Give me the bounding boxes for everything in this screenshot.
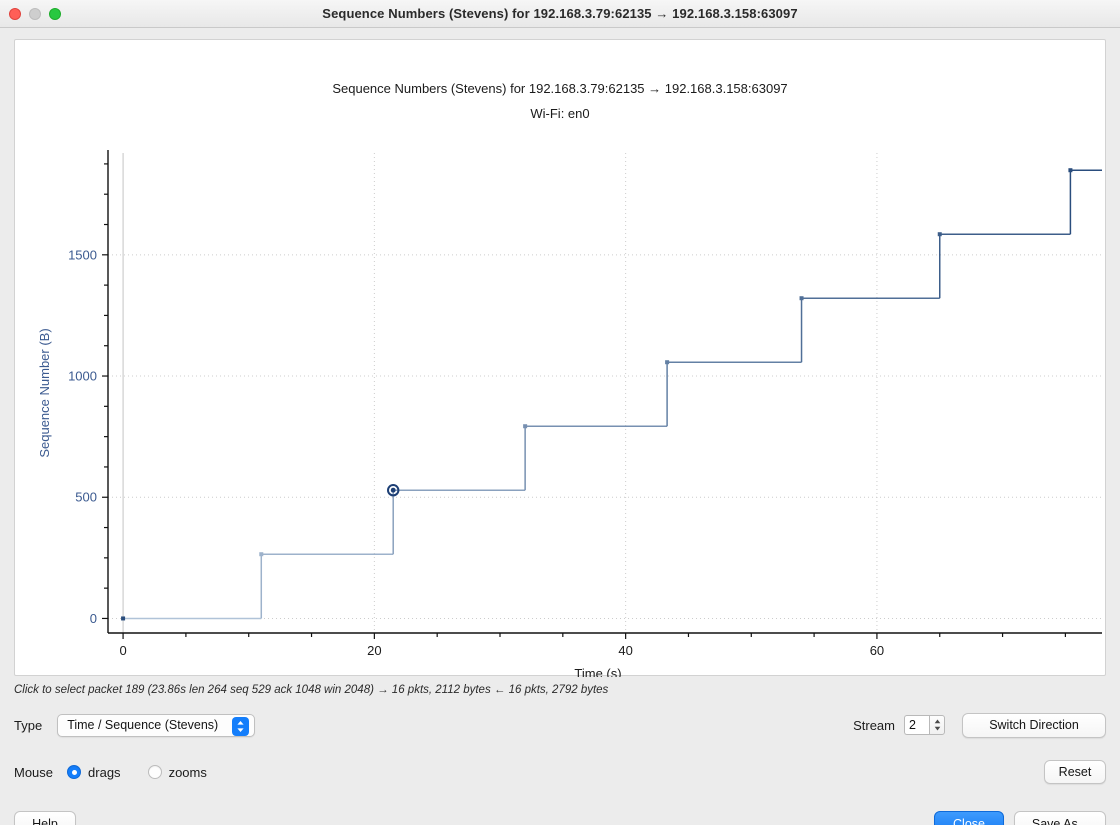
plot-area[interactable]: Sequence Numbers (Stevens) for 192.168.3… [14, 39, 1106, 677]
help-button[interactable]: Help [14, 811, 76, 825]
dialog-content: Sequence Numbers (Stevens) for 192.168.3… [0, 28, 1120, 825]
data-point-marker[interactable] [665, 360, 670, 365]
window-title: Sequence Numbers (Stevens) for 192.168.3… [322, 6, 798, 21]
data-point-marker[interactable] [259, 552, 264, 557]
radio-unselected-icon [147, 765, 162, 779]
x-axis-title: Time (s) [574, 666, 621, 677]
mouse-row: Mouse drags zooms Reset [14, 759, 1106, 785]
close-window-button[interactable] [9, 8, 21, 20]
x-tick-label: 40 [618, 643, 632, 658]
y-axis-title: Sequence Number (B) [37, 328, 52, 457]
chevron-updown-glyph [237, 720, 244, 732]
graph-type-dropdown[interactable]: Time / Sequence (Stevens) [57, 713, 256, 737]
window-controls [9, 0, 61, 28]
radio-selected-icon [67, 765, 82, 779]
y-tick-label: 500 [75, 490, 97, 505]
selected-packet-core [390, 487, 396, 493]
y-tick-label: 1500 [68, 247, 97, 262]
stream-input[interactable]: 2 [904, 715, 929, 735]
chevron-updown-icon [232, 716, 250, 736]
data-point-marker[interactable] [523, 424, 528, 429]
mouse-mode-drags-label: drags [88, 764, 121, 780]
mouse-mode-radiogroup: drags zooms [67, 765, 234, 780]
switch-direction-button[interactable]: Switch Direction [962, 712, 1106, 738]
sequence-number-chart[interactable]: 0500100015000 20 40 60Time (s)Sequence Numb… [15, 40, 1105, 677]
close-button[interactable]: Close [934, 811, 1004, 825]
zoom-window-button[interactable] [49, 8, 61, 20]
data-point-marker[interactable] [937, 232, 942, 237]
mouse-mode-zooms-label: zooms [168, 764, 207, 780]
data-point-marker[interactable] [1068, 168, 1073, 173]
reset-button[interactable]: Reset [1044, 760, 1106, 784]
mouse-mode-drags[interactable]: drags [67, 765, 121, 780]
titlebar: Sequence Numbers (Stevens) for 192.168.3… [0, 0, 1120, 28]
data-point-marker[interactable] [799, 296, 804, 301]
x-tick-label: 60 [870, 643, 884, 658]
type-label: Type [14, 717, 43, 733]
status-hint: Click to select packet 189 (23.86s len 2… [14, 684, 609, 696]
graph-type-value: Time / Sequence (Stevens) [67, 718, 219, 732]
stream-graph-window: Sequence Numbers (Stevens) for 192.168.3… [0, 0, 1120, 825]
x-tick-label: 0 [119, 643, 126, 658]
data-point-marker[interactable] [121, 616, 126, 621]
y-tick-label: 0 [90, 611, 97, 626]
stream-selector: Stream 2 [853, 715, 945, 735]
mouse-mode-zooms[interactable]: zooms [147, 764, 207, 780]
stream-stepper[interactable] [929, 715, 945, 735]
minimize-window-button[interactable] [29, 8, 41, 20]
footer-row: Help Close Save As... [14, 810, 1106, 825]
stream-label: Stream [853, 717, 895, 733]
save-as-button[interactable]: Save As... [1014, 811, 1106, 825]
mouse-label: Mouse [14, 764, 54, 780]
type-row: Type Time / Sequence (Stevens) Stream 2 [14, 710, 1106, 740]
y-tick-label: 1000 [68, 369, 97, 384]
stepper-arrows-icon [934, 719, 940, 731]
x-tick-label: 20 [367, 643, 381, 658]
